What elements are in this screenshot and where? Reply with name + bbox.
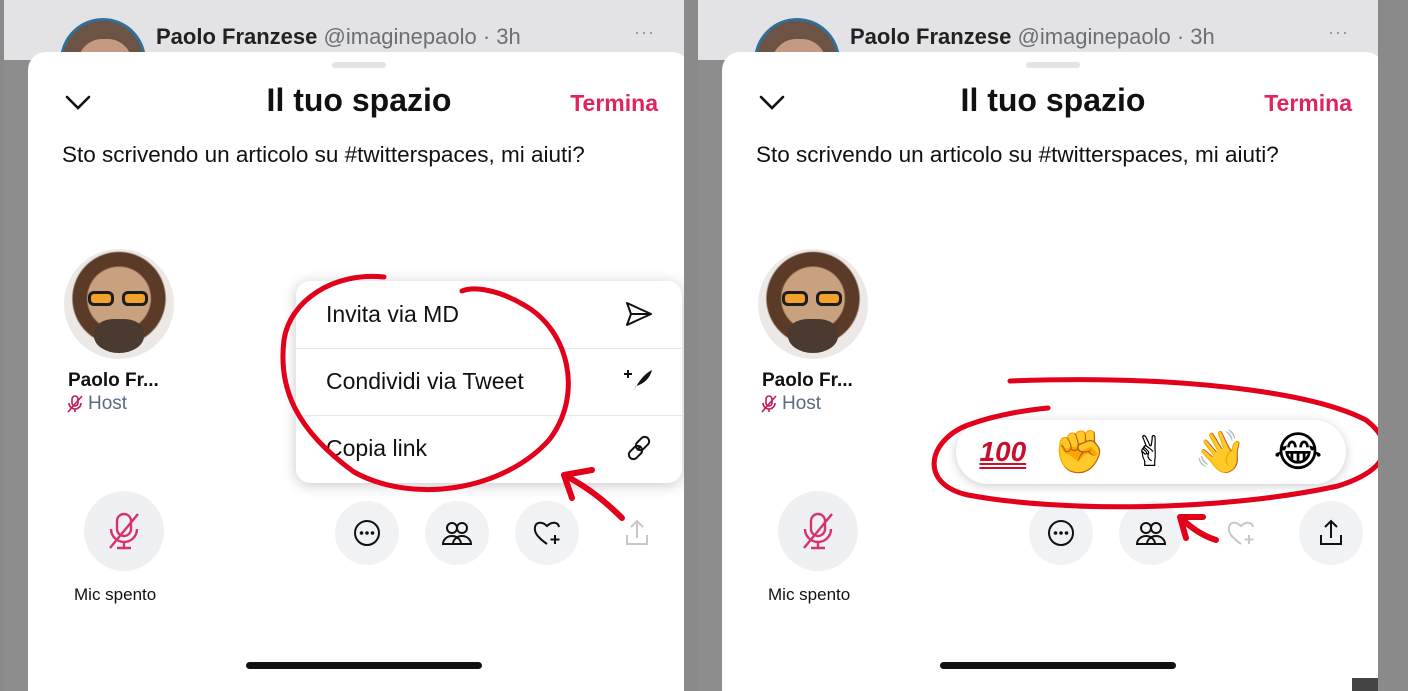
tweet-header: Paolo Franzese @imaginepaolo · 3h ···	[4, 0, 684, 104]
mic-off-icon	[761, 395, 777, 413]
mic-off-icon	[803, 512, 833, 550]
menu-item-invite-dm[interactable]: Invita via MD	[296, 281, 682, 349]
space-sheet: Il tuo spazio Termina Sto scrivendo un a…	[28, 52, 684, 691]
more-button[interactable]	[1029, 501, 1093, 565]
share-button[interactable]	[605, 501, 669, 565]
people-icon	[441, 522, 473, 545]
space-description: Sto scrivendo un articolo su #twitterspa…	[62, 142, 585, 167]
menu-item-share-tweet[interactable]: Condividi via Tweet	[296, 348, 682, 416]
host-role: Host	[88, 393, 128, 414]
menu-item-label: Condividi via Tweet	[326, 368, 524, 394]
mic-toggle-button[interactable]	[84, 491, 164, 571]
space-sheet: Il tuo spazio Termina Sto scrivendo un a…	[722, 52, 1378, 691]
more-options-icon[interactable]: ···	[1328, 22, 1349, 43]
send-icon	[626, 302, 652, 326]
mic-off-icon	[109, 512, 139, 550]
share-icon	[626, 519, 648, 545]
link-icon	[627, 435, 651, 461]
tweet-author-handle: @imaginepaolo · 3h	[323, 24, 521, 49]
more-icon	[354, 520, 380, 546]
host-avatar[interactable]	[758, 249, 868, 359]
reaction-picker: 100 ✊ ✌ 👋 😂	[956, 420, 1346, 484]
host-avatar[interactable]	[64, 249, 174, 359]
menu-item-label: Invita via MD	[326, 301, 459, 327]
compose-tweet-icon	[624, 370, 652, 394]
more-options-icon[interactable]: ···	[634, 22, 655, 43]
host-name: Paolo Fr...	[762, 370, 853, 391]
mic-label: Mic spento	[768, 585, 851, 604]
tweet-author-handle: @imaginepaolo · 3h	[1017, 24, 1215, 49]
menu-item-copy-link[interactable]: Copia link	[296, 415, 682, 482]
sheet-grabber[interactable]	[332, 62, 386, 68]
share-menu: Invita via MD Condividi via Tweet Copia …	[296, 281, 682, 483]
sheet-grabber[interactable]	[1026, 62, 1080, 68]
tweet-author-name: Paolo Franzese	[850, 24, 1012, 49]
reaction-raised-fist[interactable]: ✊	[1053, 428, 1105, 476]
more-icon	[1048, 520, 1074, 546]
people-icon	[1135, 522, 1167, 545]
heart-add-icon	[1227, 521, 1254, 545]
home-indicator	[246, 662, 482, 669]
share-button[interactable]	[1299, 501, 1363, 565]
end-space-button[interactable]: Termina	[1264, 90, 1352, 117]
heart-add-icon	[533, 521, 560, 545]
right-screenshot: Paolo Franzese @imaginepaolo · 3h ··· Il…	[698, 0, 1378, 691]
react-button[interactable]	[1209, 501, 1273, 565]
menu-item-label: Copia link	[326, 435, 427, 461]
host-role: Host	[782, 393, 822, 414]
mic-off-icon	[67, 395, 83, 413]
people-button[interactable]	[425, 501, 489, 565]
share-icon	[1320, 519, 1342, 545]
tweet-author-name: Paolo Franzese	[156, 24, 318, 49]
end-space-button[interactable]: Termina	[570, 90, 658, 117]
reaction-hundred[interactable]: 100	[979, 428, 1026, 476]
left-screenshot: Paolo Franzese @imaginepaolo · 3h ··· Il…	[4, 0, 684, 691]
reaction-waving-hand[interactable]: 👋	[1194, 428, 1246, 476]
mic-label: Mic spento	[74, 585, 157, 604]
reaction-tears-of-joy[interactable]: 😂	[1273, 428, 1322, 476]
home-indicator	[940, 662, 1176, 669]
reaction-victory-hand[interactable]: ✌	[1132, 428, 1167, 476]
more-button[interactable]	[335, 501, 399, 565]
space-description: Sto scrivendo un articolo su #twitterspa…	[756, 142, 1279, 167]
tweet-header: Paolo Franzese @imaginepaolo · 3h ···	[698, 0, 1378, 104]
mic-toggle-button[interactable]	[778, 491, 858, 571]
people-button[interactable]	[1119, 501, 1183, 565]
react-button[interactable]	[515, 501, 579, 565]
host-name: Paolo Fr...	[68, 370, 159, 391]
